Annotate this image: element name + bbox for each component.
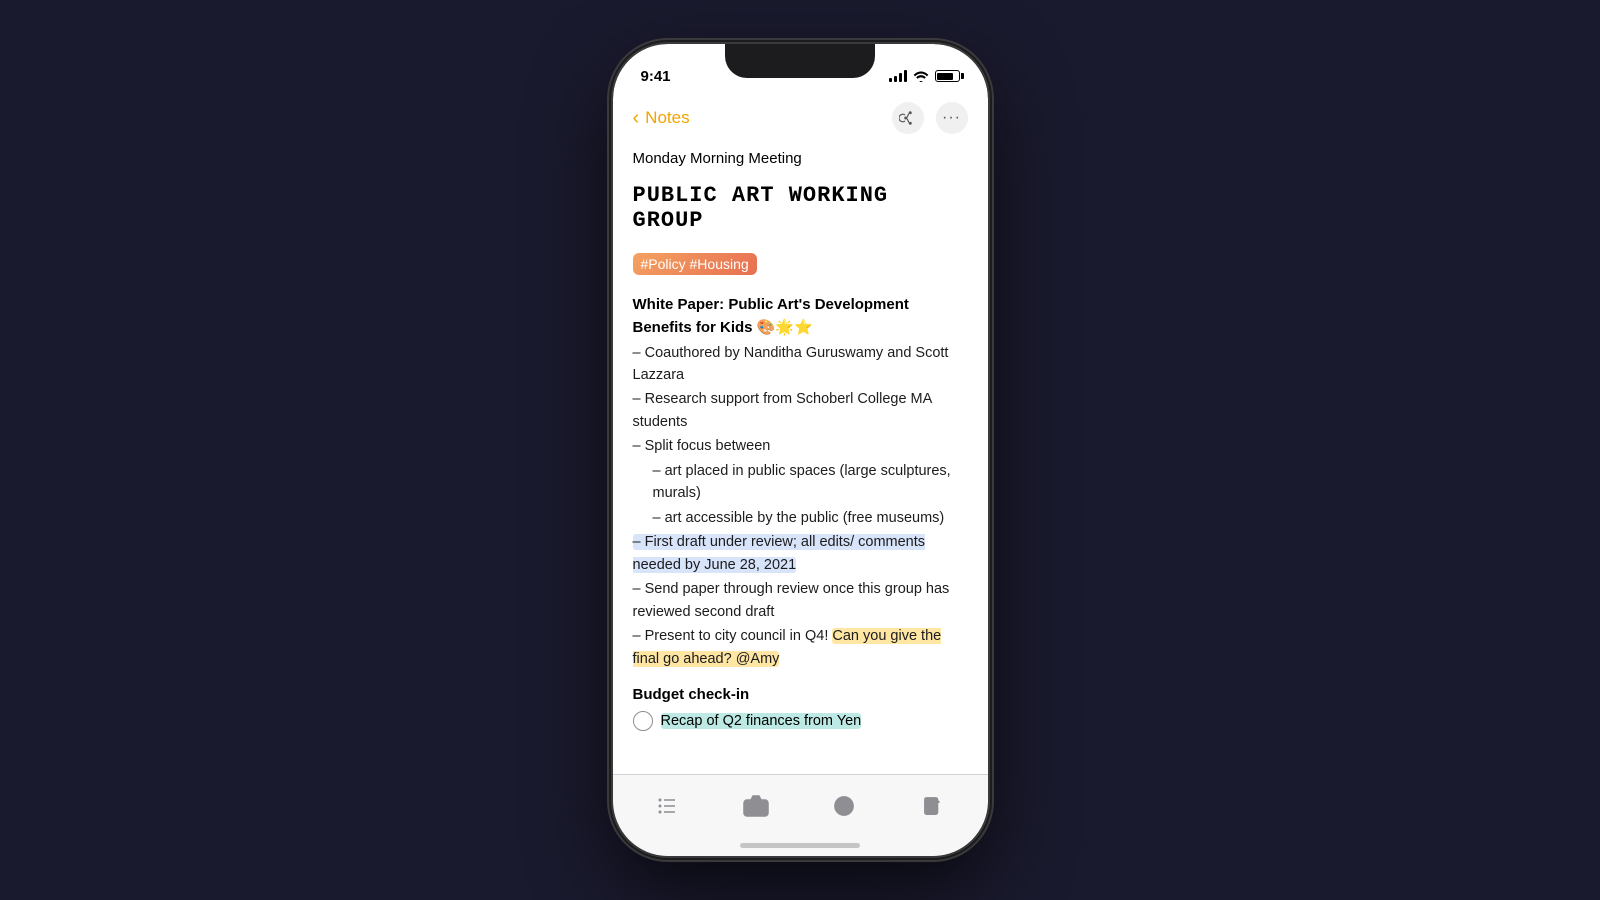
status-icons	[889, 70, 960, 82]
signal-icon	[889, 70, 907, 82]
compose-button[interactable]	[911, 784, 955, 828]
back-button[interactable]: ‹ Notes	[633, 107, 690, 130]
markup-button[interactable]	[822, 784, 866, 828]
battery-icon	[935, 70, 960, 82]
bullet-3b: – art accessible by the public (free mus…	[633, 507, 968, 529]
checkbox-row: Recap of Q2 finances from Yen	[633, 711, 968, 731]
bullet-3a: – art placed in public spaces (large scu…	[633, 460, 968, 505]
nav-bar: ‹ Notes ···	[613, 94, 988, 142]
notch	[725, 44, 875, 78]
checklist-button[interactable]	[645, 784, 689, 828]
checkbox-highlight: Recap of Q2 finances from Yen	[661, 713, 862, 729]
nav-actions: ···	[892, 102, 968, 134]
bullet-1: – Coauthored by Nanditha Guruswamy and S…	[633, 342, 968, 387]
note-title: PUBLIC ART WORKING GROUP	[633, 183, 968, 233]
bullet-4: – First draft under review; all edits/ c…	[633, 531, 968, 576]
wifi-icon	[913, 70, 929, 82]
camera-button[interactable]	[734, 784, 778, 828]
home-indicator	[740, 843, 860, 848]
hashtag-highlight: #Policy #Housing	[633, 253, 757, 275]
bullet-3: – Split focus between	[633, 435, 968, 457]
phone-screen: 9:41 ‹ Notes	[613, 44, 988, 856]
share-button[interactable]	[892, 102, 924, 134]
white-paper-heading: White Paper: Public Art's Development Be…	[633, 293, 968, 340]
bullet-2: – Research support from Schoberl College…	[633, 388, 968, 433]
back-label: Notes	[645, 108, 689, 128]
checkbox-label: Recap of Q2 finances from Yen	[661, 713, 862, 729]
bullet-6: – Present to city council in Q4! Can you…	[633, 625, 968, 670]
phone-frame: 9:41 ‹ Notes	[613, 44, 988, 856]
more-button[interactable]: ···	[936, 102, 968, 134]
back-chevron-icon: ‹	[633, 107, 640, 130]
note-content: Monday Morning Meeting PUBLIC ART WORKIN…	[613, 142, 988, 796]
note-body: White Paper: Public Art's Development Be…	[633, 293, 968, 670]
status-time: 9:41	[641, 68, 671, 85]
bullet-5: – Send paper through review once this gr…	[633, 578, 968, 623]
budget-heading: Budget check-in	[633, 686, 968, 703]
budget-section: Budget check-in Recap of Q2 finances fro…	[633, 686, 968, 731]
note-subtitle: Monday Morning Meeting	[633, 150, 968, 167]
checkbox[interactable]	[633, 711, 653, 731]
